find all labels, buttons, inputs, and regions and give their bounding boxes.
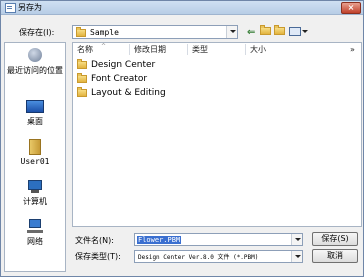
- chevron-down-icon[interactable]: [291, 234, 302, 245]
- save-button[interactable]: 保存(S): [312, 232, 358, 246]
- column-header-date[interactable]: 修改日期: [134, 45, 166, 55]
- chevron-down-icon[interactable]: [291, 251, 302, 262]
- save-in-value: Sample: [90, 28, 119, 37]
- filename-field[interactable]: Flower.PBM: [134, 233, 303, 246]
- place-label: 最近访问的位置: [7, 66, 63, 75]
- places-bar: 最近访问的位置 桌面 User01 计算机 网络: [4, 42, 66, 272]
- chevron-down-icon[interactable]: [226, 26, 237, 38]
- column-header-type[interactable]: 类型: [192, 45, 208, 55]
- new-folder-icon[interactable]: [274, 25, 285, 37]
- place-label: 网络: [27, 237, 43, 246]
- place-label: 桌面: [27, 117, 43, 126]
- window-title: 另存为: [18, 3, 42, 12]
- user-folder-icon: [25, 139, 45, 155]
- filename-label: 文件名(N):: [75, 236, 114, 245]
- folder-icon: [77, 58, 87, 69]
- place-network[interactable]: 网络: [5, 219, 65, 246]
- window-icon: [5, 3, 16, 13]
- column-header-name[interactable]: 名称: [77, 45, 93, 55]
- close-button[interactable]: ×: [341, 2, 361, 14]
- network-icon: [25, 219, 45, 235]
- filetype-value: Design Center Ver.8.0 文件 (*.PBM): [138, 254, 259, 261]
- place-label: User01: [20, 157, 50, 166]
- filetype-select[interactable]: Design Center Ver.8.0 文件 (*.PBM): [134, 250, 303, 263]
- place-user[interactable]: User01: [5, 139, 65, 166]
- place-computer[interactable]: 计算机: [5, 179, 65, 206]
- title-bar: 另存为 ×: [1, 1, 363, 15]
- back-arrow-icon[interactable]: ⇐: [247, 28, 255, 38]
- up-folder-icon[interactable]: [260, 25, 271, 37]
- filename-value: Flower.PBM: [137, 236, 182, 244]
- list-item[interactable]: Design Center: [77, 58, 155, 71]
- place-recent[interactable]: 最近访问的位置: [5, 48, 65, 75]
- folder-icon: [77, 86, 87, 97]
- cancel-button[interactable]: 取消: [312, 249, 358, 263]
- column-header-size[interactable]: 大小: [250, 45, 266, 55]
- folder-icon: [77, 72, 87, 83]
- place-label: 计算机: [23, 197, 47, 206]
- view-menu-icon[interactable]: [289, 27, 301, 36]
- save-in-combo[interactable]: Sample: [72, 25, 238, 39]
- filetype-label: 保存类型(T):: [75, 252, 121, 261]
- place-desktop[interactable]: 桌面: [5, 99, 65, 126]
- chevron-down-icon[interactable]: [302, 30, 308, 33]
- save-in-label: 保存在(I):: [19, 28, 55, 37]
- recent-places-icon: [25, 48, 45, 64]
- folder-icon: [76, 27, 86, 37]
- file-list[interactable]: 名称 ^ 修改日期 类型 大小 » Design Center Font Cre…: [72, 42, 362, 227]
- list-item[interactable]: Font Creator: [77, 72, 147, 85]
- desktop-icon: [25, 99, 45, 115]
- computer-icon: [25, 179, 45, 195]
- list-item[interactable]: Layout & Editing: [77, 86, 166, 99]
- more-columns-icon[interactable]: »: [350, 45, 355, 55]
- save-as-dialog: 另存为 × 保存在(I): Sample ⇐ 最近访问的位置 桌面 User01…: [0, 0, 364, 277]
- sort-up-icon: ^: [101, 43, 107, 50]
